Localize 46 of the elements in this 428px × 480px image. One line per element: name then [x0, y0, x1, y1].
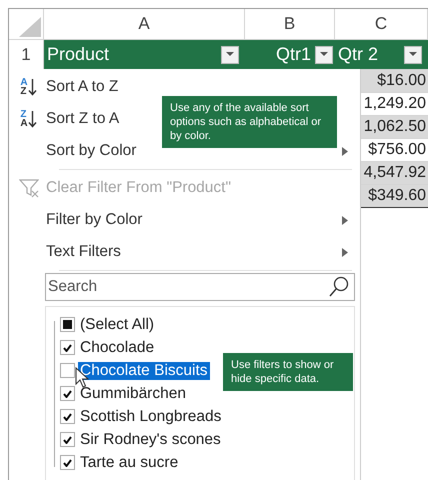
list-item[interactable]: Tarte au sucre: [78, 454, 180, 472]
list-item[interactable]: Scottish Longbreads: [78, 408, 224, 426]
tooltip: Use any of the available sort options such as alphabetical or by color.: [162, 96, 337, 148]
column-header[interactable]: C: [335, 9, 428, 39]
caret-icon: [409, 52, 417, 57]
checkbox[interactable]: [60, 455, 75, 470]
table-cell: 1,062.50: [361, 116, 428, 139]
checkmark-icon: [63, 458, 72, 466]
checkbox[interactable]: [60, 340, 75, 355]
checkbox[interactable]: [60, 363, 75, 378]
column-header[interactable]: A: [44, 9, 245, 39]
tooltip: Use filters to show or hide specific data.: [223, 353, 353, 391]
list-item[interactable]: (Select All): [78, 316, 156, 334]
list-item[interactable]: Chocolade: [78, 338, 156, 356]
caret-icon: [226, 52, 234, 57]
submenu-arrow-icon: [342, 146, 348, 156]
search-field[interactable]: Search: [45, 273, 355, 301]
list-item[interactable]: Chocolate Biscuits: [78, 362, 210, 380]
table-cell: 4,547.92: [361, 162, 428, 185]
submenu-arrow-icon: [342, 216, 348, 224]
menu-item[interactable]: Text Filters: [46, 243, 342, 261]
checkmark-icon: [63, 390, 72, 398]
checkbox[interactable]: [60, 386, 75, 401]
menu-item[interactable]: Filter by Color: [46, 211, 342, 229]
checkmark-icon: [63, 344, 72, 352]
checkmark-icon: [63, 412, 72, 420]
menu-item[interactable]: Sort A to Z: [46, 78, 360, 96]
clear-filter-icon: [18, 178, 38, 198]
checkbox[interactable]: [60, 432, 75, 447]
list-item[interactable]: Sir Rodney's scones: [78, 430, 223, 448]
checkbox[interactable]: [60, 409, 75, 424]
submenu-arrow-icon: [342, 248, 348, 256]
table-cell: $16.00: [361, 70, 428, 93]
header-cell-text: Qtr 2: [338, 44, 380, 65]
search-icon: [328, 276, 350, 298]
table-cell: $349.60: [361, 185, 428, 208]
header-cell-text: Product: [47, 44, 110, 65]
filter-dropdown-button[interactable]: [315, 46, 333, 64]
header-cell: Qtr1: [276, 44, 311, 65]
filter-dropdown-button[interactable]: [221, 46, 239, 64]
caret-icon: [320, 52, 328, 57]
checkbox[interactable]: [60, 317, 75, 332]
filter-dropdown-button[interactable]: [404, 46, 422, 64]
column-header[interactable]: B: [245, 9, 335, 39]
checkmark-icon: [63, 436, 72, 444]
list-item[interactable]: Gummibärchen: [78, 384, 188, 402]
